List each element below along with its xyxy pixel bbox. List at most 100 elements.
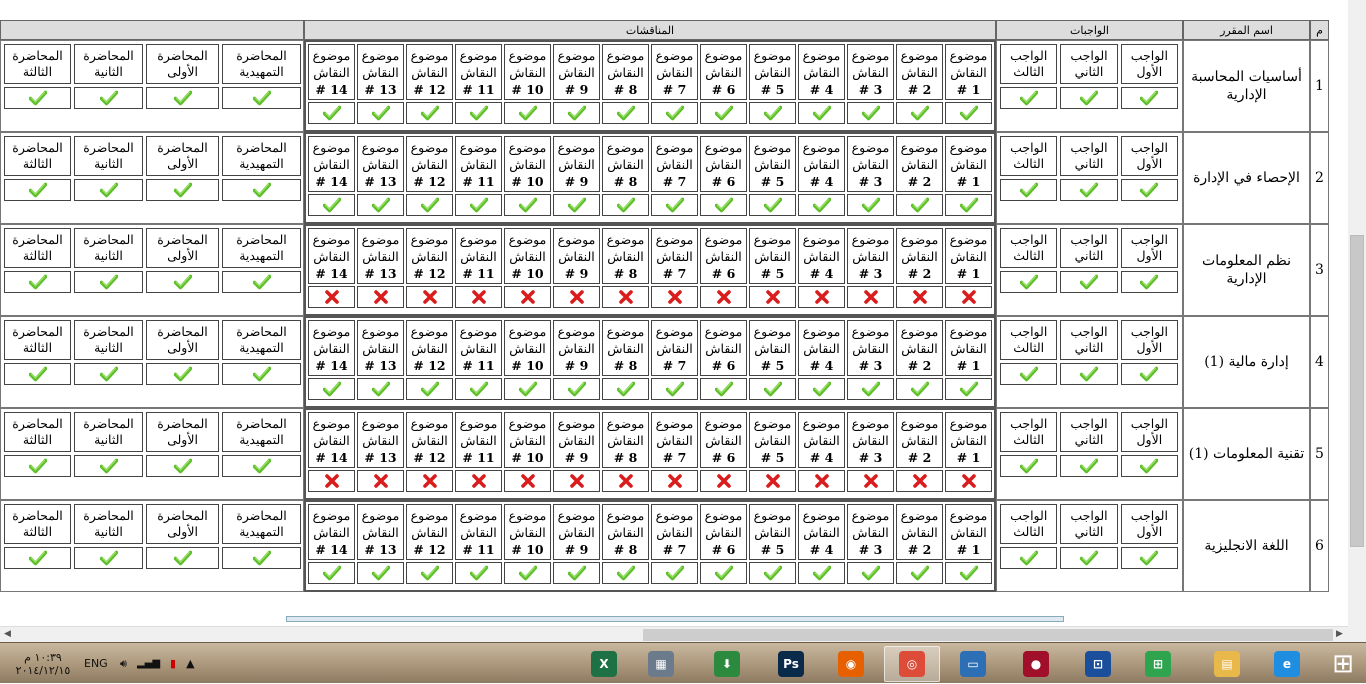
discussion-topic-label: موضوع النقاش 13 #	[357, 228, 404, 284]
scroll-left-arrow-icon[interactable]: ◀	[4, 629, 11, 639]
discussion-number: 13 #	[364, 449, 397, 465]
discussion-topic-label: موضوع النقاش 8 #	[602, 504, 649, 560]
lecture-label-line: المحاضرة	[157, 416, 208, 431]
discussion-number: 4 #	[809, 81, 834, 97]
assignment-check-icon	[1120, 179, 1178, 201]
discussion-number: 7 #	[662, 541, 687, 557]
discussion-word-nqash: النقاش	[362, 248, 399, 264]
discussion-word-topic: موضوع	[802, 415, 841, 431]
store-taskbar-button[interactable]: ⊞	[1130, 646, 1186, 682]
discussion-check-icon	[896, 562, 943, 584]
discussion-check-icon	[308, 378, 355, 400]
windows-taskbar-button[interactable]: ⊞	[1315, 646, 1366, 682]
discussion-word-topic: موضوع	[949, 47, 988, 63]
assignment-label-line: الواجب	[1130, 48, 1168, 63]
photoshop-taskbar-button[interactable]: Ps	[763, 646, 819, 682]
discussion-word-nqash: النقاش	[313, 64, 350, 80]
discussion-word-topic: موضوع	[949, 323, 988, 339]
media-player-taskbar-button[interactable]: ●	[1008, 646, 1064, 682]
discussion-word-topic: موضوع	[508, 415, 547, 431]
discussion-word-topic: موضوع	[459, 139, 498, 155]
discussions-group: موضوع النقاش 1 # موضوع النقاش 2 # موضوع النقاش 3…	[304, 316, 996, 408]
lecture-label-line: الأولى	[167, 156, 198, 171]
assignments-group: الواجب الأول الواجب الثاني الواجب الثالث	[996, 40, 1183, 132]
horizontal-scrollbar[interactable]: ◀ ▶	[0, 626, 1348, 642]
horizontal-scroll-thumb[interactable]	[643, 629, 1333, 641]
assignment-label: الواجب الثالث	[1000, 228, 1058, 268]
lecture-check-icon	[4, 455, 71, 477]
discussion-number: 13 #	[364, 541, 397, 557]
discussion-word-topic: موضوع	[900, 139, 939, 155]
discussion-check-icon	[749, 562, 796, 584]
calculator-taskbar-button[interactable]: ▦	[633, 646, 689, 682]
lecture-label: المحاضرة الثالثة	[4, 412, 71, 452]
discussion-number: 2 #	[907, 265, 932, 281]
discussion-word-nqash: النقاش	[460, 432, 497, 448]
discussion-word-topic: موضوع	[851, 139, 890, 155]
discussion-word-nqash: النقاش	[411, 340, 448, 356]
media-player-icon: ●	[1023, 651, 1049, 677]
scroll-right-arrow-icon[interactable]: ▶	[1336, 629, 1343, 639]
firefox-taskbar-button[interactable]: ◉	[823, 646, 879, 682]
lectures-grid: المحاضرة التمهيدية المحاضرة الأولى المحاضرة ا…	[1, 320, 301, 385]
discussion-word-topic: موضوع	[802, 507, 841, 523]
discussion-number: 12 #	[413, 541, 446, 557]
discussion-word-topic: موضوع	[361, 231, 400, 247]
chrome-taskbar-button[interactable]: ◎	[884, 646, 940, 682]
power-icon[interactable]: ▮	[170, 657, 176, 670]
discussion-number: 14 #	[315, 449, 348, 465]
assignment-check-icon	[1000, 363, 1058, 385]
discussion-number: 12 #	[413, 173, 446, 189]
lecture-label-line: الثالثة	[22, 64, 53, 79]
discussion-word-topic: موضوع	[949, 507, 988, 523]
volume-icon[interactable]: 🔊︎	[120, 657, 127, 671]
assignment-label-line: الثاني	[1074, 340, 1104, 355]
clock-date[interactable]: ٢٠١٤/١٢/١٥	[16, 664, 71, 677]
discussion-topic-label: موضوع النقاش 13 #	[357, 44, 404, 100]
discussion-cross-icon	[651, 470, 698, 492]
discussion-word-nqash: النقاش	[852, 64, 889, 80]
course-number: 5	[1310, 408, 1329, 500]
discussion-topic-label: موضوع النقاش 8 #	[602, 228, 649, 284]
lecture-label: المحاضرة الثانية	[74, 412, 143, 452]
excel-taskbar-button[interactable]: X	[576, 646, 632, 682]
lectures-group: المحاضرة التمهيدية المحاضرة الأولى المحاضرة ا…	[0, 132, 304, 224]
discussion-topic-label: موضوع النقاش 2 #	[896, 504, 943, 560]
lecture-check-icon	[74, 179, 143, 201]
show-hidden-icons-icon[interactable]: ▲	[186, 657, 194, 670]
discussion-word-nqash: النقاش	[705, 432, 742, 448]
network-admin-taskbar-button[interactable]: ⊡	[1070, 646, 1126, 682]
internet-explorer-taskbar-button[interactable]: e	[1259, 646, 1315, 682]
discussion-check-icon	[406, 102, 453, 124]
lecture-check-icon	[222, 271, 301, 293]
discussion-word-topic: موضوع	[361, 139, 400, 155]
discussion-word-nqash: النقاش	[852, 156, 889, 172]
discussion-word-nqash: النقاش	[950, 156, 987, 172]
internet-download-manager-taskbar-button[interactable]: ⬇	[699, 646, 755, 682]
discussion-topic-label: موضوع النقاش 3 #	[847, 320, 894, 376]
vertical-scroll-thumb[interactable]	[1350, 235, 1364, 547]
discussion-topic-label: موضوع النقاش 6 #	[700, 136, 747, 192]
language-indicator[interactable]: ENG	[84, 643, 108, 684]
discussion-topic-label: موضوع النقاش 2 #	[896, 228, 943, 284]
assignment-label-line: الثاني	[1074, 432, 1104, 447]
discussion-cross-icon	[308, 470, 355, 492]
clock-time[interactable]: ١٠:٣٩ م	[24, 651, 62, 664]
discussion-word-topic: موضوع	[851, 323, 890, 339]
header-num: م	[1310, 20, 1329, 40]
discussion-number: 3 #	[858, 173, 883, 189]
discussion-check-icon	[700, 562, 747, 584]
network-signal-icon[interactable]: ▂▄▆	[137, 658, 160, 669]
lecture-label-line: التمهيدية	[239, 248, 284, 263]
discussion-cross-icon	[308, 286, 355, 308]
vertical-scrollbar[interactable]	[1348, 0, 1366, 642]
discussion-cross-icon	[700, 286, 747, 308]
discussion-cross-icon	[553, 470, 600, 492]
discussion-topic-label: موضوع النقاش 7 #	[651, 136, 698, 192]
remote-desktop-taskbar-button[interactable]: ▭	[945, 646, 1001, 682]
discussion-number: 5 #	[760, 449, 785, 465]
file-explorer-taskbar-button[interactable]: ▤	[1199, 646, 1255, 682]
discussion-word-topic: موضوع	[655, 323, 694, 339]
discussion-topic-label: موضوع النقاش 9 #	[553, 320, 600, 376]
lecture-check-icon	[146, 455, 219, 477]
